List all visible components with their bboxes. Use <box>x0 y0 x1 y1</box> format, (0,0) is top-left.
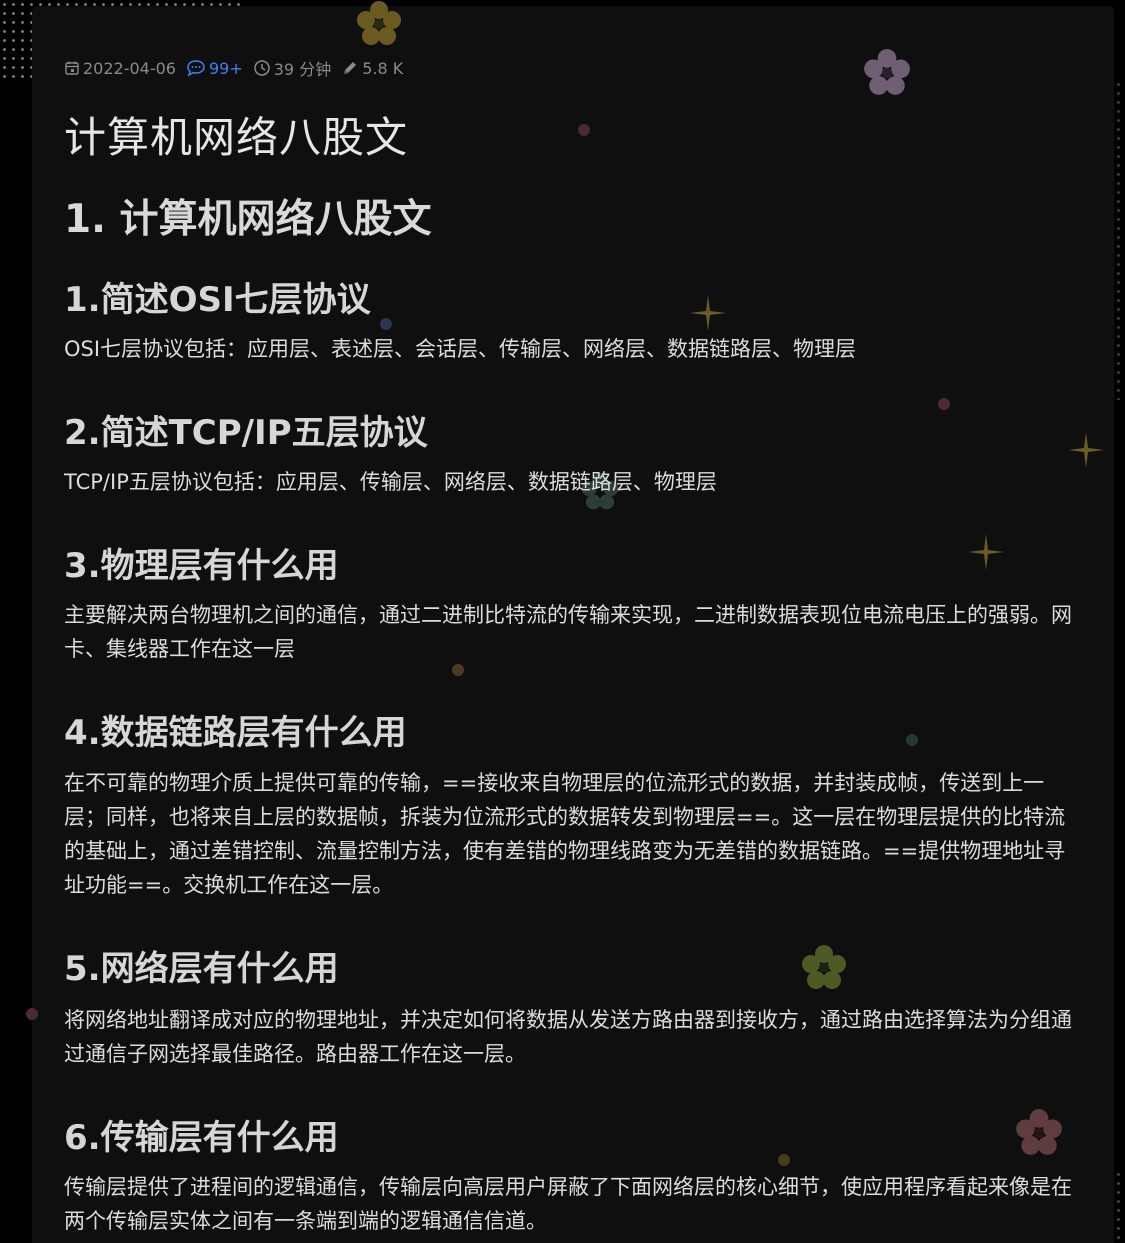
subsection-heading-osi: 1.简述OSI七层协议 <box>64 280 371 320</box>
post-comments-count[interactable]: 99+ <box>209 59 243 78</box>
post-read-time: 39 分钟 <box>253 56 331 80</box>
subsection-heading-network: 5.网络层有什么用 <box>64 949 339 989</box>
post-read-time-text: 39 分钟 <box>273 60 332 79</box>
section-heading: 1. 计算机网络八股文 <box>64 197 432 242</box>
post-date: 2022-04-06 <box>64 59 176 78</box>
paragraph-osi: OSI七层协议包括：应用层、表述层、会话层、传输层、网络层、数据链路层、物理层 <box>64 337 857 361</box>
page: 2022-04-06 99+ 39 分钟 5.8 K 计算机网络八股文 1. 计… <box>0 0 1125 1243</box>
paragraph-tcpip: TCP/IP五层协议包括：应用层、传输层、网络层、数据链路层、物理层 <box>64 470 717 494</box>
paragraph-transport: 传输层提供了进程间的逻辑通信，传输层向高层用户屏蔽了下面网络层的核心细节，使应用… <box>64 1175 1072 1233</box>
post-word-count: 5.8 K <box>341 59 403 78</box>
paragraph-network: 将网络地址翻译成对应的物理地址，并决定如何将数据从发送方路由器到接收方，通过路由… <box>64 1008 1072 1066</box>
pencil-icon <box>344 62 357 74</box>
calendar-icon <box>65 61 79 75</box>
subsection-heading-transport: 6.传输层有什么用 <box>64 1118 339 1158</box>
post-word-count-text: 5.8 K <box>362 58 404 78</box>
post-date-text: 2022-04-06 <box>83 58 176 78</box>
subsection-heading-physical: 3.物理层有什么用 <box>64 546 339 586</box>
subsection-heading-tcpip: 2.简述TCP/IP五层协议 <box>64 413 428 453</box>
comment-icon <box>187 60 205 77</box>
paragraph-physical: 主要解决两台物理机之间的通信，通过二进制比特流的传输来实现，二进制数据表现位电流… <box>64 603 1072 661</box>
post-title: 计算机网络八股文 <box>64 113 409 162</box>
paragraph-datalink: 在不可靠的物理介质上提供可靠的传输，==接收来自物理层的位流形式的数据，并封装成… <box>64 771 1066 897</box>
clock-icon <box>254 60 270 76</box>
subsection-heading-datalink: 4.数据链路层有什么用 <box>64 713 407 753</box>
post-meta: 2022-04-06 99+ 39 分钟 5.8 K <box>64 56 413 80</box>
post-comments[interactable]: 99+ <box>186 59 243 78</box>
